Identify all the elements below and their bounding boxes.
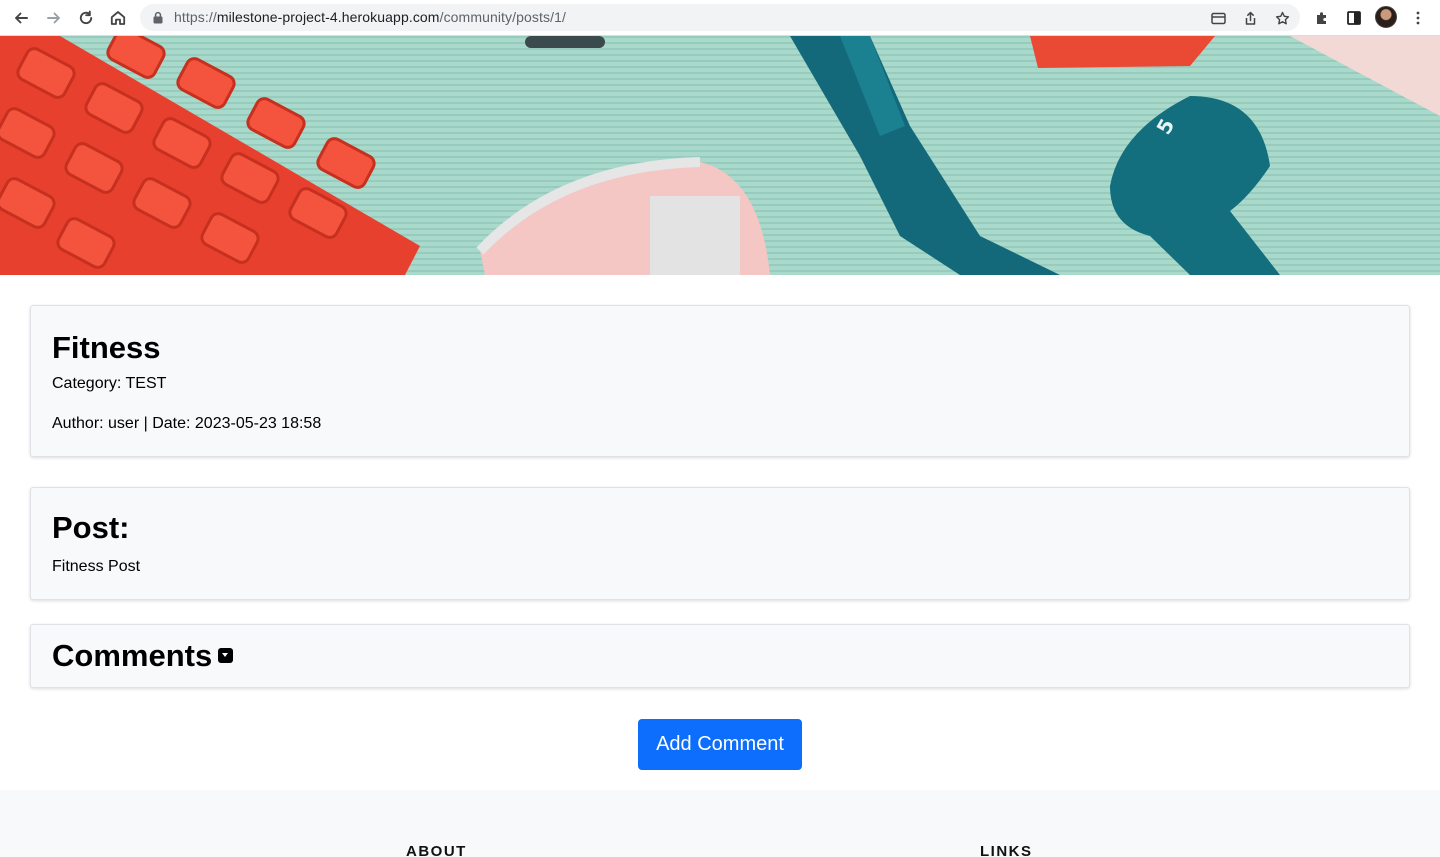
arrow-right-icon (47, 12, 60, 24)
back-button[interactable] (9, 6, 33, 30)
home-button[interactable] (106, 6, 130, 30)
home-icon (110, 11, 126, 25)
footer: ABOUT LINKS (0, 790, 1440, 857)
comments-heading: Comments (52, 638, 213, 673)
caret-down-square-icon[interactable] (218, 648, 233, 663)
side-panel-button[interactable] (1343, 7, 1365, 29)
profile-avatar[interactable] (1375, 6, 1397, 28)
footer-about-heading: ABOUT (406, 843, 467, 857)
share-button[interactable] (1241, 9, 1259, 27)
browser-toolbar: https://milestone-project-4.herokuapp.co… (0, 0, 1440, 36)
address-bar[interactable]: https://milestone-project-4.herokuapp.co… (140, 4, 1300, 31)
reload-icon (79, 10, 93, 25)
post-body-heading: Post: (52, 510, 130, 545)
post-body-card: Post: Fitness Post (30, 487, 1410, 600)
card-icon (1210, 12, 1226, 24)
post-content: Fitness Post (52, 558, 141, 575)
fitness-equipment-illustration: 5 (0, 36, 1440, 275)
puzzle-icon (1317, 12, 1326, 24)
side-panel-icon (1347, 11, 1361, 25)
post-header-card: Fitness Category: TEST Author: user | Da… (30, 305, 1410, 457)
lock-icon (153, 11, 163, 24)
extensions-button[interactable] (1311, 7, 1333, 29)
comments-section[interactable]: Comments (30, 624, 1410, 688)
post-category: Category: TEST (52, 375, 167, 392)
url-text: https://milestone-project-4.herokuapp.co… (174, 9, 566, 25)
reload-button[interactable] (74, 6, 98, 30)
forward-button[interactable] (42, 6, 66, 30)
hero-banner-image: 5 (0, 36, 1440, 275)
browser-menu-button[interactable] (1407, 7, 1429, 29)
share-icon (1245, 11, 1255, 25)
add-comment-button[interactable]: Add Comment (638, 719, 802, 770)
footer-links-heading: LINKS (980, 843, 1033, 857)
post-meta: Author: user | Date: 2023-05-23 18:58 (52, 415, 322, 432)
post-title: Fitness (52, 330, 161, 365)
card-button[interactable] (1209, 9, 1227, 27)
arrow-left-icon (15, 12, 28, 24)
more-vertical-icon (1416, 11, 1420, 25)
bookmark-button[interactable] (1273, 9, 1291, 27)
star-icon (1275, 11, 1289, 24)
